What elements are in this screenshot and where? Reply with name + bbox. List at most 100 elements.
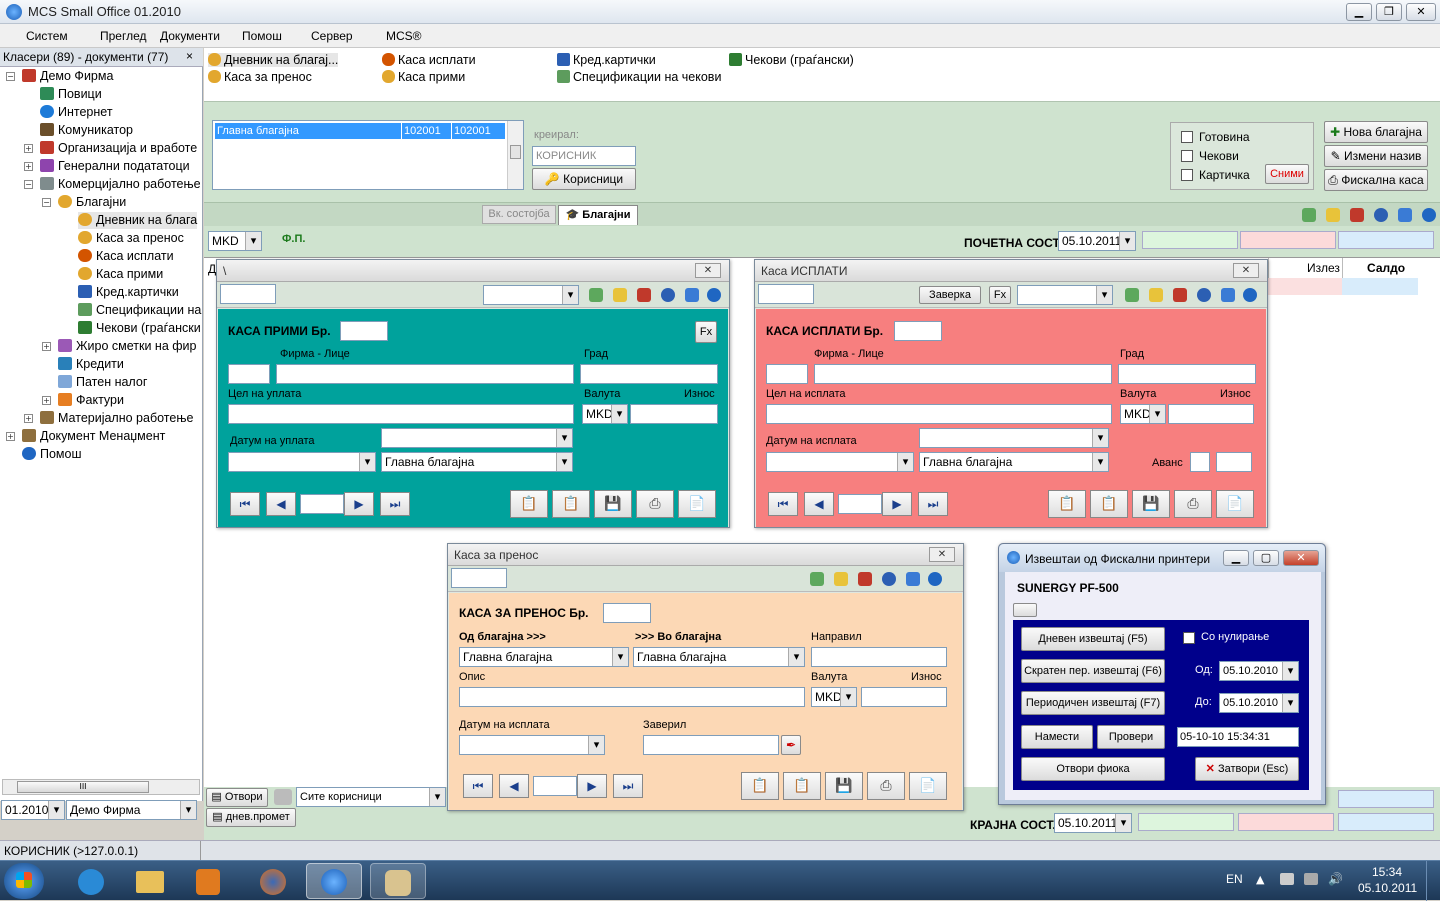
date-select[interactable] bbox=[228, 452, 376, 472]
last-record-button[interactable]: ⏭ bbox=[918, 492, 948, 516]
tree-expand-icon[interactable]: + bbox=[24, 162, 33, 171]
tree-item-cash-transfer[interactable]: Каса за пренос bbox=[78, 230, 184, 247]
date-select[interactable] bbox=[459, 735, 605, 755]
open-folder-icon[interactable] bbox=[1326, 208, 1340, 222]
currency-select[interactable]: MKD bbox=[1120, 404, 1166, 424]
date-select[interactable] bbox=[766, 452, 914, 472]
find-icon[interactable] bbox=[661, 288, 675, 302]
cashbox-row[interactable]: Главна благајна 102001 102001 bbox=[215, 123, 505, 139]
record-number-input[interactable] bbox=[838, 494, 882, 514]
firm-code-input[interactable] bbox=[228, 364, 270, 384]
verified-by-input[interactable] bbox=[643, 735, 779, 755]
tree-item-travel-order[interactable]: Патен налог bbox=[58, 374, 147, 391]
find-icon[interactable] bbox=[1374, 208, 1388, 222]
menu-help[interactable]: Помош bbox=[242, 29, 282, 43]
verify-pen-button[interactable]: ✒ bbox=[781, 735, 801, 755]
periodic-report-button[interactable]: Периодичен извештај (F7) bbox=[1021, 691, 1165, 715]
tree-hscrollbar[interactable]: III bbox=[2, 779, 200, 795]
record-number-input[interactable] bbox=[533, 776, 577, 796]
daily-turnover-button[interactable]: ▤ днев.промет bbox=[206, 808, 296, 827]
add-record-button[interactable]: 📋 bbox=[1048, 490, 1086, 518]
print-record-button[interactable]: ⎙ bbox=[867, 772, 905, 800]
delete-record-button[interactable]: 📋 bbox=[552, 490, 590, 518]
tree-expand-icon[interactable]: + bbox=[24, 414, 33, 423]
cash-transfer-search-input[interactable] bbox=[451, 568, 507, 588]
help-icon[interactable] bbox=[707, 288, 721, 302]
datetime-input[interactable]: 05-10-10 15:34:31 bbox=[1177, 727, 1299, 747]
shortcut-check-specs[interactable]: Спецификации на чекови bbox=[557, 70, 721, 84]
menu-server[interactable]: Сервер bbox=[311, 29, 353, 43]
city-input[interactable] bbox=[580, 364, 718, 384]
tree-collapse-icon[interactable]: − bbox=[6, 72, 15, 81]
pencil-icon[interactable] bbox=[858, 572, 872, 586]
daily-report-button[interactable]: Дневен извештај (F5) bbox=[1021, 627, 1165, 651]
tree-item-cashboxes[interactable]: Благајни bbox=[58, 194, 126, 211]
next-record-button[interactable]: ▶ bbox=[577, 774, 607, 798]
tree-expand-icon[interactable]: + bbox=[42, 396, 51, 405]
print-record-button[interactable]: ⎙ bbox=[1174, 490, 1212, 518]
period-select[interactable]: 01.2010 bbox=[1, 800, 65, 820]
tree-item-demo-firma[interactable]: Демо Фирма bbox=[22, 68, 113, 85]
verify-button[interactable]: Заверка bbox=[919, 286, 981, 304]
tab-total-state[interactable]: Вк. состојба bbox=[482, 205, 556, 224]
fiscal-maximize-button[interactable]: ▢ bbox=[1253, 550, 1279, 566]
find-icon[interactable] bbox=[882, 572, 896, 586]
first-record-button[interactable]: ⏮ bbox=[768, 492, 798, 516]
tree-item-calls[interactable]: Повици bbox=[40, 86, 102, 103]
firm-code-input[interactable] bbox=[766, 364, 808, 384]
tray-flag-icon[interactable] bbox=[1280, 873, 1294, 885]
description-input[interactable] bbox=[459, 687, 805, 707]
short-report-button[interactable]: Скратен пер. извештај (F6) bbox=[1021, 659, 1165, 683]
users-button[interactable]: 🔑 Корисници bbox=[532, 168, 636, 190]
window-icon[interactable] bbox=[906, 572, 920, 586]
list-vscrollbar[interactable] bbox=[507, 121, 523, 189]
amount-input[interactable] bbox=[630, 404, 718, 424]
cash-payout-search-input[interactable] bbox=[758, 284, 814, 304]
taskbar-explorer[interactable] bbox=[122, 863, 178, 899]
tree-item-checks[interactable]: Чекови (граѓански bbox=[78, 320, 201, 337]
advance-flag-input[interactable] bbox=[1190, 452, 1210, 472]
tree-item-check-specs[interactable]: Спецификации на bbox=[78, 302, 201, 319]
city-input[interactable] bbox=[1118, 364, 1256, 384]
delete-record-button[interactable]: 📋 bbox=[783, 772, 821, 800]
taskbar-paint[interactable] bbox=[370, 863, 426, 899]
add-record-button[interactable]: 📋 bbox=[510, 490, 548, 518]
left-panel-close-icon[interactable]: × bbox=[186, 49, 193, 63]
currency-select[interactable]: MKD bbox=[811, 687, 857, 707]
tree-item-giro-accounts[interactable]: Жиро сметки на фир bbox=[58, 338, 196, 355]
add-record-button[interactable]: 📋 bbox=[741, 772, 779, 800]
set-button[interactable]: Намести bbox=[1021, 725, 1093, 749]
cash-payout-fx-button[interactable]: Fx bbox=[989, 286, 1011, 304]
cash-receive-close-button[interactable]: ✕ bbox=[695, 263, 721, 278]
show-desktop-button[interactable] bbox=[1426, 861, 1440, 901]
tree-collapse-icon[interactable]: − bbox=[42, 198, 51, 207]
fiscal-minimize-button[interactable]: ▁ bbox=[1223, 550, 1249, 566]
shortcut-cash-receive[interactable]: Каса прими bbox=[382, 70, 465, 84]
cash-checkbox[interactable] bbox=[1181, 131, 1193, 143]
open-folder-icon[interactable] bbox=[1149, 288, 1163, 302]
save-record-button[interactable]: 💾 bbox=[594, 490, 632, 518]
open-folder-icon[interactable] bbox=[613, 288, 627, 302]
add-icon[interactable] bbox=[589, 288, 603, 302]
scroll-thumb[interactable]: III bbox=[17, 781, 149, 793]
prev-record-button[interactable]: ◀ bbox=[499, 774, 529, 798]
save-payment-button[interactable]: Сними bbox=[1265, 164, 1309, 184]
tree-item-internet[interactable]: Интернет bbox=[40, 104, 113, 121]
firm-name-input[interactable] bbox=[276, 364, 574, 384]
volume-icon[interactable]: 🔊 bbox=[1328, 872, 1343, 886]
first-record-button[interactable]: ⏮ bbox=[230, 492, 260, 516]
add-icon[interactable] bbox=[1125, 288, 1139, 302]
from-date-select[interactable]: 05.10.2010 bbox=[1219, 661, 1299, 681]
created-by-field[interactable]: КОРИСНИК bbox=[532, 146, 636, 166]
window-icon[interactable] bbox=[1398, 208, 1412, 222]
tree-item-credit-cards[interactable]: Кред.картички bbox=[78, 284, 179, 301]
tree-expand-icon[interactable]: + bbox=[24, 144, 33, 153]
tree-item-credits[interactable]: Кредити bbox=[58, 356, 124, 373]
taskbar-media-player[interactable] bbox=[180, 863, 236, 899]
pencil-icon[interactable] bbox=[1173, 288, 1187, 302]
cash-receive-search-input[interactable] bbox=[220, 284, 276, 304]
card-checkbox[interactable] bbox=[1181, 169, 1193, 181]
cashbox-list[interactable]: Главна благајна 102001 102001 bbox=[212, 120, 524, 190]
taskbar-mcs[interactable] bbox=[306, 863, 362, 899]
add-icon[interactable] bbox=[810, 572, 824, 586]
